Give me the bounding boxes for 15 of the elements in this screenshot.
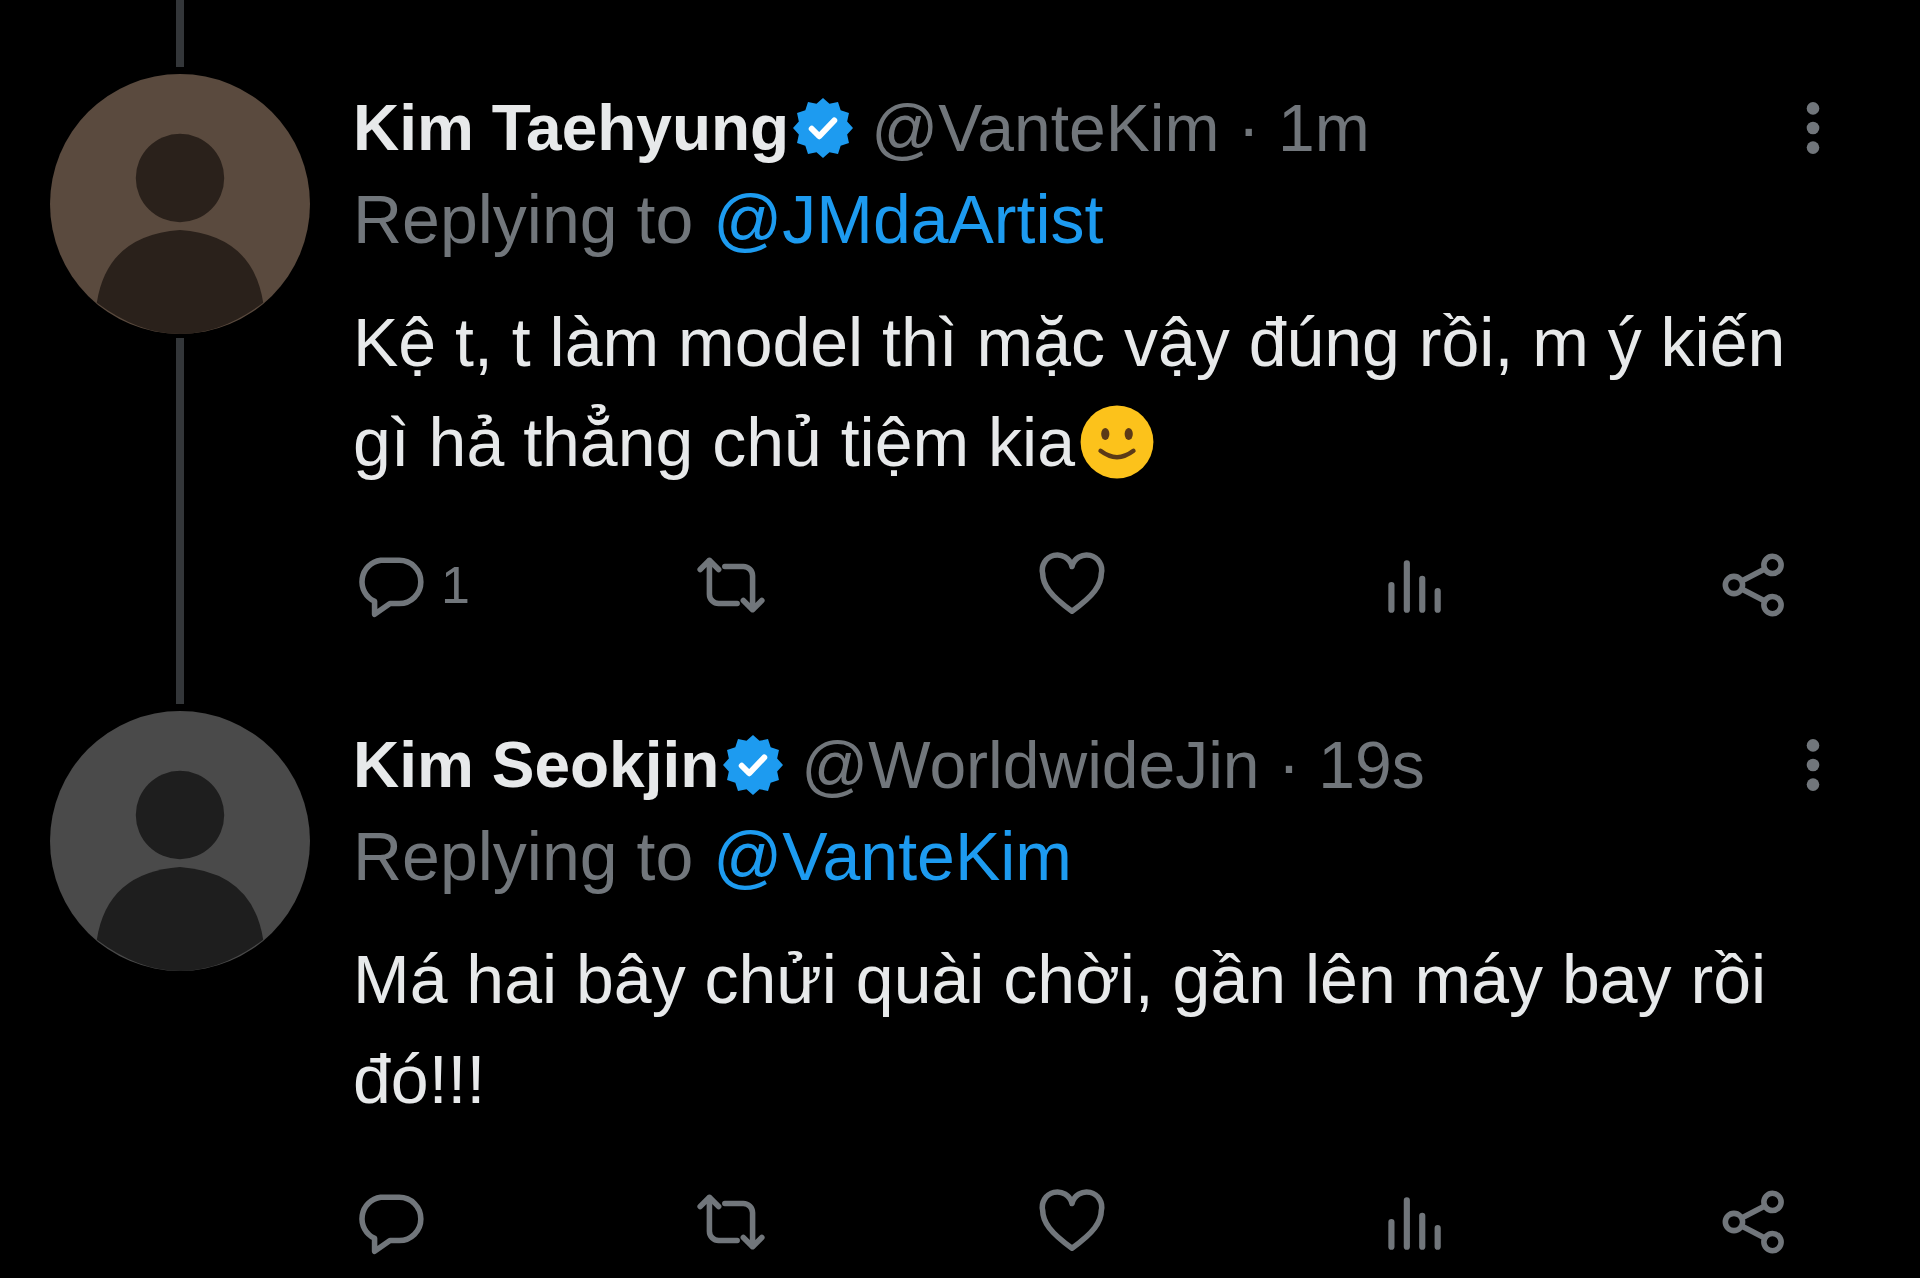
- more-options-icon[interactable]: [1806, 737, 1820, 793]
- user-name[interactable]: Kim Taehyung: [353, 91, 790, 165]
- reply-count: 1: [441, 555, 470, 615]
- mention-link[interactable]: @JMdaArtist: [713, 180, 1104, 258]
- mention-link[interactable]: @VanteKim: [713, 817, 1072, 895]
- avatar[interactable]: [50, 711, 310, 971]
- tweet-text: Kệ t, t làm model thì mặc vậy đúng rồi, m ý kiến gì hả thẳng chủ tiệm kia: [353, 304, 1786, 480]
- replying-label: Replying to: [353, 180, 694, 258]
- replying-label: Replying to: [353, 817, 694, 895]
- more-options-icon[interactable]: [1806, 100, 1820, 156]
- user-name[interactable]: Kim Seokjin: [353, 728, 720, 802]
- avatar[interactable]: [50, 74, 310, 334]
- handle-and-time: @VanteKim · 1m: [871, 90, 1370, 166]
- tweet-text: Má hai bây chửi quài chời, gần lên máy bay rồi đó!!!: [353, 941, 1767, 1117]
- handle-and-time: @WorldwideJin · 19s: [801, 727, 1425, 803]
